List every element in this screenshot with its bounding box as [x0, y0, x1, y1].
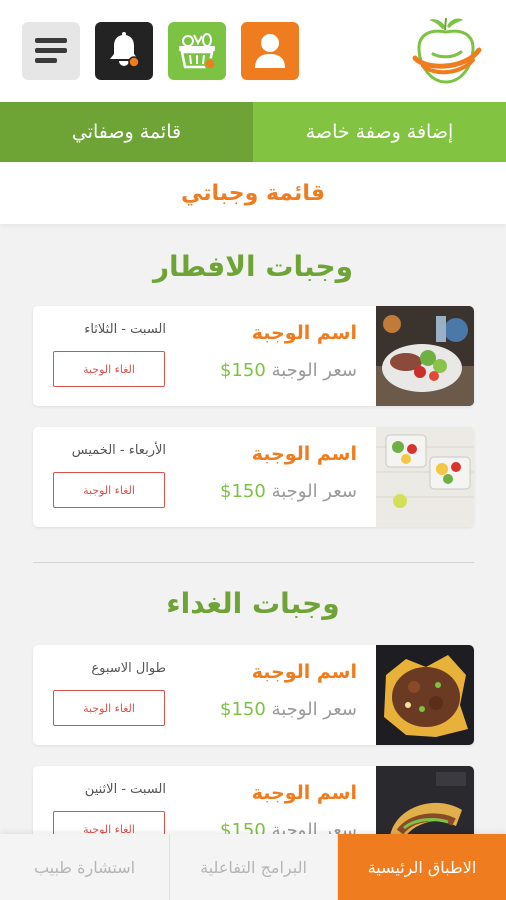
section-title-lunch: وجبات الغداء: [166, 587, 340, 620]
menu-icon: [35, 38, 67, 63]
profile-button[interactable]: [241, 22, 299, 80]
tab-add-recipe[interactable]: إضافة وصفة خاصة: [253, 102, 506, 162]
meal-card[interactable]: اسم الوجبة سعر الوجبة 150$ الأربعاء - ال…: [33, 427, 474, 527]
title-strip: قائمة وجباتي: [0, 162, 506, 224]
top-bar: [0, 0, 506, 102]
meal-price-label: سعر الوجبة: [271, 360, 357, 381]
meal-price: سعر الوجبة 150$: [220, 699, 357, 720]
meal-card[interactable]: اسم الوجبة سعر الوجبة 150$ السبت - الثلا…: [33, 306, 474, 406]
cancel-meal-button[interactable]: الغاء الوجبة: [53, 351, 165, 387]
notifications-button[interactable]: [95, 22, 153, 80]
meal-days: السبت - الاثنين: [84, 782, 166, 797]
meal-name: اسم الوجبة: [251, 322, 357, 344]
meal-name: اسم الوجبة: [251, 782, 357, 804]
meal-card[interactable]: اسم الوجبة سعر الوجبة 150$ طوال الاسبوع …: [33, 645, 474, 745]
basket-icon: [179, 33, 216, 70]
meal-price-value: 150$: [220, 699, 266, 720]
recipe-tabs: قائمة وصفاتي إضافة وصفة خاصة: [0, 102, 506, 162]
meal-price-value: 150$: [220, 481, 266, 502]
meal-days: طوال الاسبوع: [91, 661, 166, 676]
basket-button[interactable]: [168, 22, 226, 80]
cancel-meal-button[interactable]: الغاء الوجبة: [53, 690, 165, 726]
bell-icon: [110, 32, 140, 68]
apple-logo[interactable]: [405, 14, 487, 88]
tab-my-recipes[interactable]: قائمة وصفاتي: [0, 102, 253, 162]
section-title-breakfast: وجبات الافطار: [152, 250, 354, 283]
meal-days: السبت - الثلاثاء: [84, 322, 166, 337]
nav-interactive-programs[interactable]: البرامج التفاعلية: [170, 834, 338, 900]
meal-image: [376, 306, 474, 406]
bottom-nav: استشارة طبيب البرامج التفاعلية الاطباق ا…: [0, 834, 506, 900]
meal-price-value: 150$: [220, 360, 266, 381]
meal-image: [376, 427, 474, 527]
nav-doctor-consultation[interactable]: استشارة طبيب: [0, 834, 170, 900]
section-divider: [33, 562, 474, 563]
meal-name: اسم الوجبة: [251, 443, 357, 465]
nav-main-dishes[interactable]: الاطباق الرئيسية: [338, 834, 506, 900]
menu-button[interactable]: [22, 22, 80, 80]
meal-image: [376, 645, 474, 745]
meal-price: سعر الوجبة 150$: [220, 481, 357, 502]
meal-price-label: سعر الوجبة: [271, 699, 357, 720]
page-title: قائمة وجباتي: [181, 180, 325, 206]
meal-name: اسم الوجبة: [251, 661, 357, 683]
user-icon: [255, 34, 285, 68]
meal-days: الأربعاء - الخميس: [71, 443, 166, 458]
meal-price-label: سعر الوجبة: [271, 481, 357, 502]
meal-price: سعر الوجبة 150$: [220, 360, 357, 381]
cancel-meal-button[interactable]: الغاء الوجبة: [53, 472, 165, 508]
